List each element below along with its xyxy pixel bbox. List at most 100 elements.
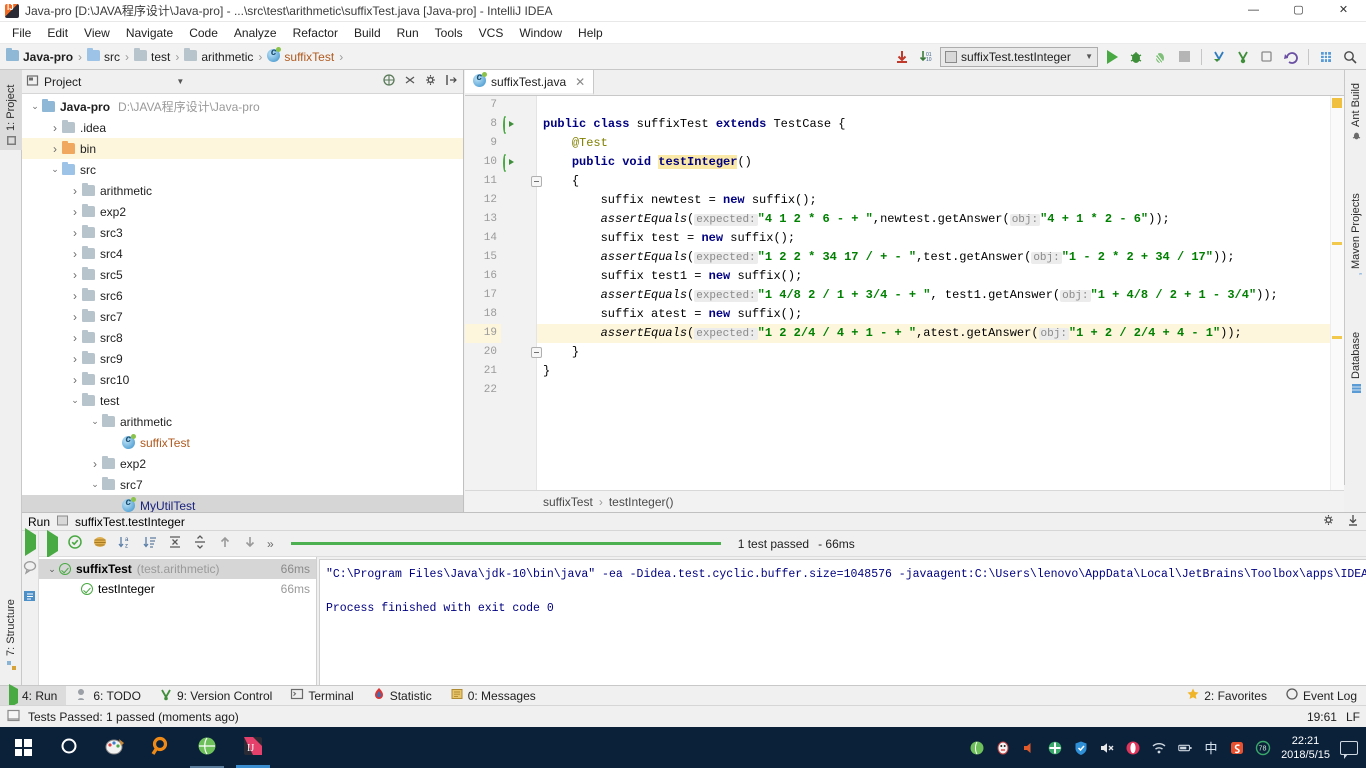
tool-tab-statistic[interactable]: Statistic (363, 686, 441, 706)
tree-node-arithmetic[interactable]: ⌄ arithmetic (22, 411, 463, 432)
code-editor[interactable]: 7 8 9 10 11 12 13 14 15 16 17 18 19 20 21 22 public cla… (465, 96, 1344, 490)
console-output[interactable]: "C:\Program Files\Java\jdk-10\bin\java" … (319, 559, 1366, 703)
tree-expand-toggle-closed[interactable]: › (68, 184, 82, 198)
sidebar-item-maven-projects[interactable]: m Maven Projects (1345, 176, 1366, 288)
code-line[interactable]: assertEquals(expected: "1 4/8 2 / 1 + 3/4… (537, 286, 1344, 305)
tree-node-suffixtest[interactable]: suffixTest (22, 432, 463, 453)
paint-taskbar-button[interactable] (92, 727, 138, 768)
editor-tab-suffixtest[interactable]: suffixTest.java ✕ (465, 70, 595, 95)
chevron-down-icon[interactable]: ▼ (176, 77, 184, 86)
close-icon[interactable]: ✕ (575, 75, 585, 89)
tree-node-exp2[interactable]: › exp2 (22, 201, 463, 222)
code-line[interactable]: suffix newtest = new suffix(); (537, 191, 1344, 210)
menu-tools[interactable]: Tools (427, 24, 471, 42)
vcs-update-icon[interactable] (1209, 47, 1229, 67)
taskbar-clock[interactable]: 22:21 2018/5/15 (1281, 734, 1330, 762)
expand-all-icon[interactable] (167, 534, 183, 553)
breadcrumb-item-src[interactable]: src (87, 47, 120, 64)
tree-expand-toggle-open[interactable]: ⌄ (88, 416, 102, 427)
intellij-taskbar-button[interactable]: IJ (230, 727, 276, 768)
tree-node-src6[interactable]: › src6 (22, 285, 463, 306)
run-test-gutter-icon[interactable] (503, 154, 517, 172)
editor-gutter[interactable]: 7 8 9 10 11 12 13 14 15 16 17 18 19 20 21 22 (465, 96, 542, 490)
rerun-tests-icon[interactable] (47, 529, 58, 558)
more-icon[interactable]: » (267, 537, 274, 551)
breadcrumb-method[interactable]: testInteger() (609, 495, 674, 509)
settings-icon[interactable] (424, 73, 438, 90)
maximize-button[interactable]: ▢ (1276, 0, 1321, 22)
search-everywhere-icon[interactable] (1340, 47, 1360, 67)
security-tray-icon[interactable] (1047, 740, 1063, 756)
tree-expand-toggle-closed[interactable]: › (88, 457, 102, 471)
code-line[interactable]: } (537, 362, 1344, 381)
vcs-history-icon[interactable] (1257, 47, 1277, 67)
tree-node-src4[interactable]: › src4 (22, 243, 463, 264)
code-line[interactable]: @Test (537, 134, 1344, 153)
sidebar-item-project[interactable]: 1: Project (0, 70, 22, 150)
tool-tab-version-control[interactable]: 9: Version Control (150, 686, 281, 706)
settings-icon[interactable] (1322, 513, 1336, 530)
code-line[interactable]: suffix atest = new suffix(); (537, 305, 1344, 324)
code-line[interactable] (537, 96, 1344, 115)
menu-vcs[interactable]: VCS (471, 24, 512, 42)
debug-icon[interactable] (1126, 47, 1146, 67)
run-configuration-selector[interactable]: suffixTest.testInteger ▼ (940, 46, 1098, 67)
tool-tab-messages[interactable]: 0: Messages (441, 686, 545, 706)
tree-expand-toggle-open[interactable]: ⌄ (28, 101, 42, 112)
tree-expand-toggle-closed[interactable]: › (68, 331, 82, 345)
tree-expand-toggle-closed[interactable]: › (68, 352, 82, 366)
tree-node-src5[interactable]: › src5 (22, 264, 463, 285)
menu-edit[interactable]: Edit (39, 24, 76, 42)
qq-tray-icon[interactable] (995, 740, 1011, 756)
code-line[interactable]: public void testInteger() (537, 153, 1344, 172)
code-line[interactable]: public class suffixTest extends TestCase… (537, 115, 1344, 134)
menu-view[interactable]: View (76, 24, 118, 42)
code-line[interactable]: suffix test1 = new suffix(); (537, 267, 1344, 286)
code-line[interactable]: assertEquals(expected: "1 2 2 * 34 17 / +… (537, 248, 1344, 267)
menu-analyze[interactable]: Analyze (226, 24, 285, 42)
tool-tab-run[interactable]: 4: Run (0, 683, 67, 708)
tree-node-myutiltest[interactable]: MyUtilTest (22, 495, 463, 512)
shield-tray-icon[interactable] (1073, 740, 1089, 756)
tree-node-src3[interactable]: › src3 (22, 222, 463, 243)
tree-expand-toggle-closed[interactable]: › (68, 373, 82, 387)
compare-with-icon[interactable]: 01 10 (916, 47, 936, 67)
tree-node-bin[interactable]: › bin (22, 138, 463, 159)
tree-expand-toggle-open[interactable]: ⌄ (45, 564, 59, 575)
tree-node-src8[interactable]: › src8 (22, 327, 463, 348)
tree-node-src7[interactable]: ⌄ src7 (22, 474, 463, 495)
prev-failed-icon[interactable] (217, 534, 233, 553)
start-button[interactable] (0, 727, 46, 768)
tool-tab-favorites[interactable]: 2: Favorites (1177, 686, 1276, 706)
stop-icon[interactable] (1174, 47, 1194, 67)
code-line[interactable]: assertEquals(expected: "1 2 2/4 / 4 + 1 -… (537, 324, 1344, 343)
show-ignored-icon[interactable] (92, 534, 108, 553)
show-passed-icon[interactable] (67, 534, 83, 553)
next-failed-icon[interactable] (242, 534, 258, 553)
battery-tray-icon[interactable] (1177, 740, 1193, 756)
tree-expand-toggle-closed[interactable]: › (68, 310, 82, 324)
menu-help[interactable]: Help (570, 24, 611, 42)
hide-icon[interactable] (1346, 513, 1360, 530)
menu-build[interactable]: Build (346, 24, 389, 42)
tool-tab-todo[interactable]: 6: TODO (66, 686, 150, 706)
menu-window[interactable]: Window (511, 24, 570, 42)
code-content[interactable]: public class suffixTest extends TestCase… (537, 96, 1344, 490)
menu-navigate[interactable]: Navigate (118, 24, 181, 42)
minimize-button[interactable]: — (1231, 0, 1276, 22)
comment-icon[interactable] (22, 559, 38, 578)
tree-expand-toggle-closed[interactable]: › (68, 268, 82, 282)
sidebar-item-structure[interactable]: 7: Structure (0, 580, 22, 675)
cleaner-tray-icon[interactable]: 78 (1255, 740, 1271, 756)
tool-tab-terminal[interactable]: Terminal (281, 686, 362, 706)
run-window-config-label[interactable]: suffixTest.testInteger (75, 515, 185, 529)
status-info-icon[interactable] (6, 708, 21, 726)
run-test-gutter-icon[interactable] (503, 116, 517, 134)
sidebar-item-ant-build[interactable]: Ant Build (1345, 70, 1366, 146)
sidebar-item-database[interactable]: Database (1345, 318, 1366, 398)
tree-node-src9[interactable]: › src9 (22, 348, 463, 369)
caret-position[interactable]: 19:61 (1307, 710, 1337, 724)
collapse-all-icon[interactable] (192, 534, 208, 553)
tree-expand-toggle-closed[interactable]: › (68, 247, 82, 261)
menu-file[interactable]: File (4, 24, 39, 42)
